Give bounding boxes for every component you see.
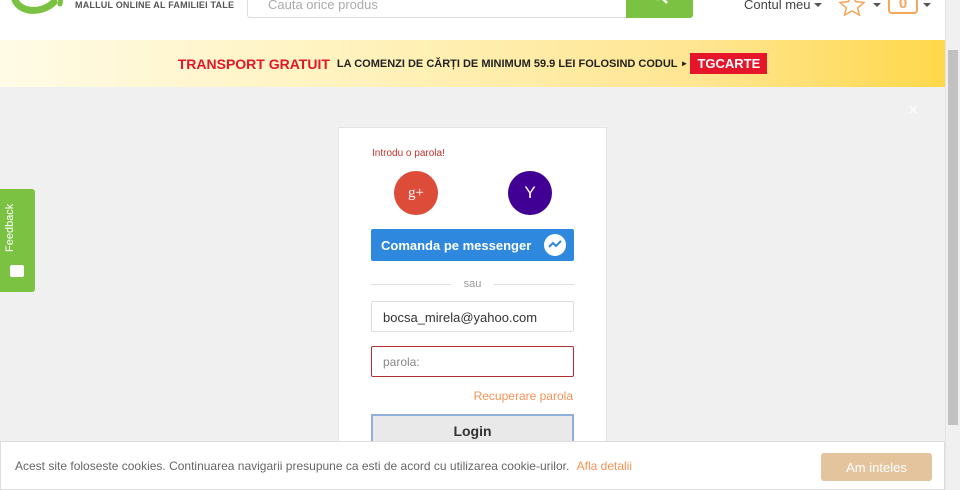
cookie-text: Acest site foloseste cookies. Continuare…: [15, 459, 570, 473]
promo-headline: TRANSPORT GRATUIT: [177, 55, 330, 72]
account-label: Contul meu: [744, 0, 811, 12]
feedback-icon: [10, 265, 24, 277]
account-menu[interactable]: Contul meu: [744, 0, 823, 12]
feedback-tab[interactable]: Feedback: [0, 189, 35, 292]
search-input[interactable]: Cauta orice produs: [247, 0, 627, 18]
close-icon[interactable]: ×: [908, 100, 919, 121]
star-icon: [838, 0, 866, 17]
chevron-down-icon: [814, 2, 823, 7]
arrow-right-icon: ►: [680, 59, 689, 68]
site-logo[interactable]: [10, 0, 66, 20]
wishlist-button[interactable]: [838, 0, 866, 19]
messenger-label: Comanda pe messenger: [381, 237, 532, 253]
top-header: MALLUL ONLINE AL FAMILIEI TALE Cauta ori…: [0, 0, 945, 40]
scrollbar[interactable]: [945, 0, 960, 490]
yahoo-login-button[interactable]: Y: [508, 171, 552, 215]
chevron-down-icon[interactable]: [923, 3, 931, 7]
site-tagline: MALLUL ONLINE AL FAMILIEI TALE: [75, 0, 235, 10]
chevron-down-icon[interactable]: [873, 3, 881, 7]
cookie-details-link[interactable]: Afla detalii: [577, 459, 632, 473]
feedback-label: Feedback: [4, 203, 16, 253]
scrollbar-thumb[interactable]: [948, 50, 958, 425]
google-login-button[interactable]: g+: [394, 171, 438, 215]
email-field[interactable]: bocsa_mirela@yahoo.com: [371, 301, 574, 332]
promo-text: LA COMENZI DE CĂRȚI DE MINIMUM 59.9 LEI …: [336, 57, 678, 70]
search-button[interactable]: [626, 0, 693, 18]
login-modal: Introdu o parola! g+ Y Comanda pe messen…: [338, 127, 607, 448]
cookie-bar: Acest site foloseste cookies. Continuare…: [0, 441, 945, 490]
accept-cookies-button[interactable]: Am inteles: [821, 453, 932, 481]
messenger-order-button[interactable]: Comanda pe messenger: [371, 229, 574, 261]
promo-code: TGCARTE: [690, 53, 768, 74]
search-icon: [655, 0, 668, 4]
cookie-message: Acest site foloseste cookies. Continuare…: [15, 459, 632, 473]
messenger-icon: [544, 234, 566, 256]
google-plus-icon: g+: [408, 184, 424, 201]
error-message: Introdu o parola!: [372, 148, 445, 159]
promo-banner[interactable]: TRANSPORT GRATUIT LA COMENZI DE CĂRȚI DE…: [0, 40, 945, 87]
divider: [494, 284, 574, 285]
cart-button[interactable]: 0: [888, 0, 918, 14]
recover-password-link[interactable]: Recuperare parola: [474, 389, 573, 403]
password-field[interactable]: parola:: [371, 346, 574, 377]
yahoo-icon: Y: [524, 183, 536, 202]
